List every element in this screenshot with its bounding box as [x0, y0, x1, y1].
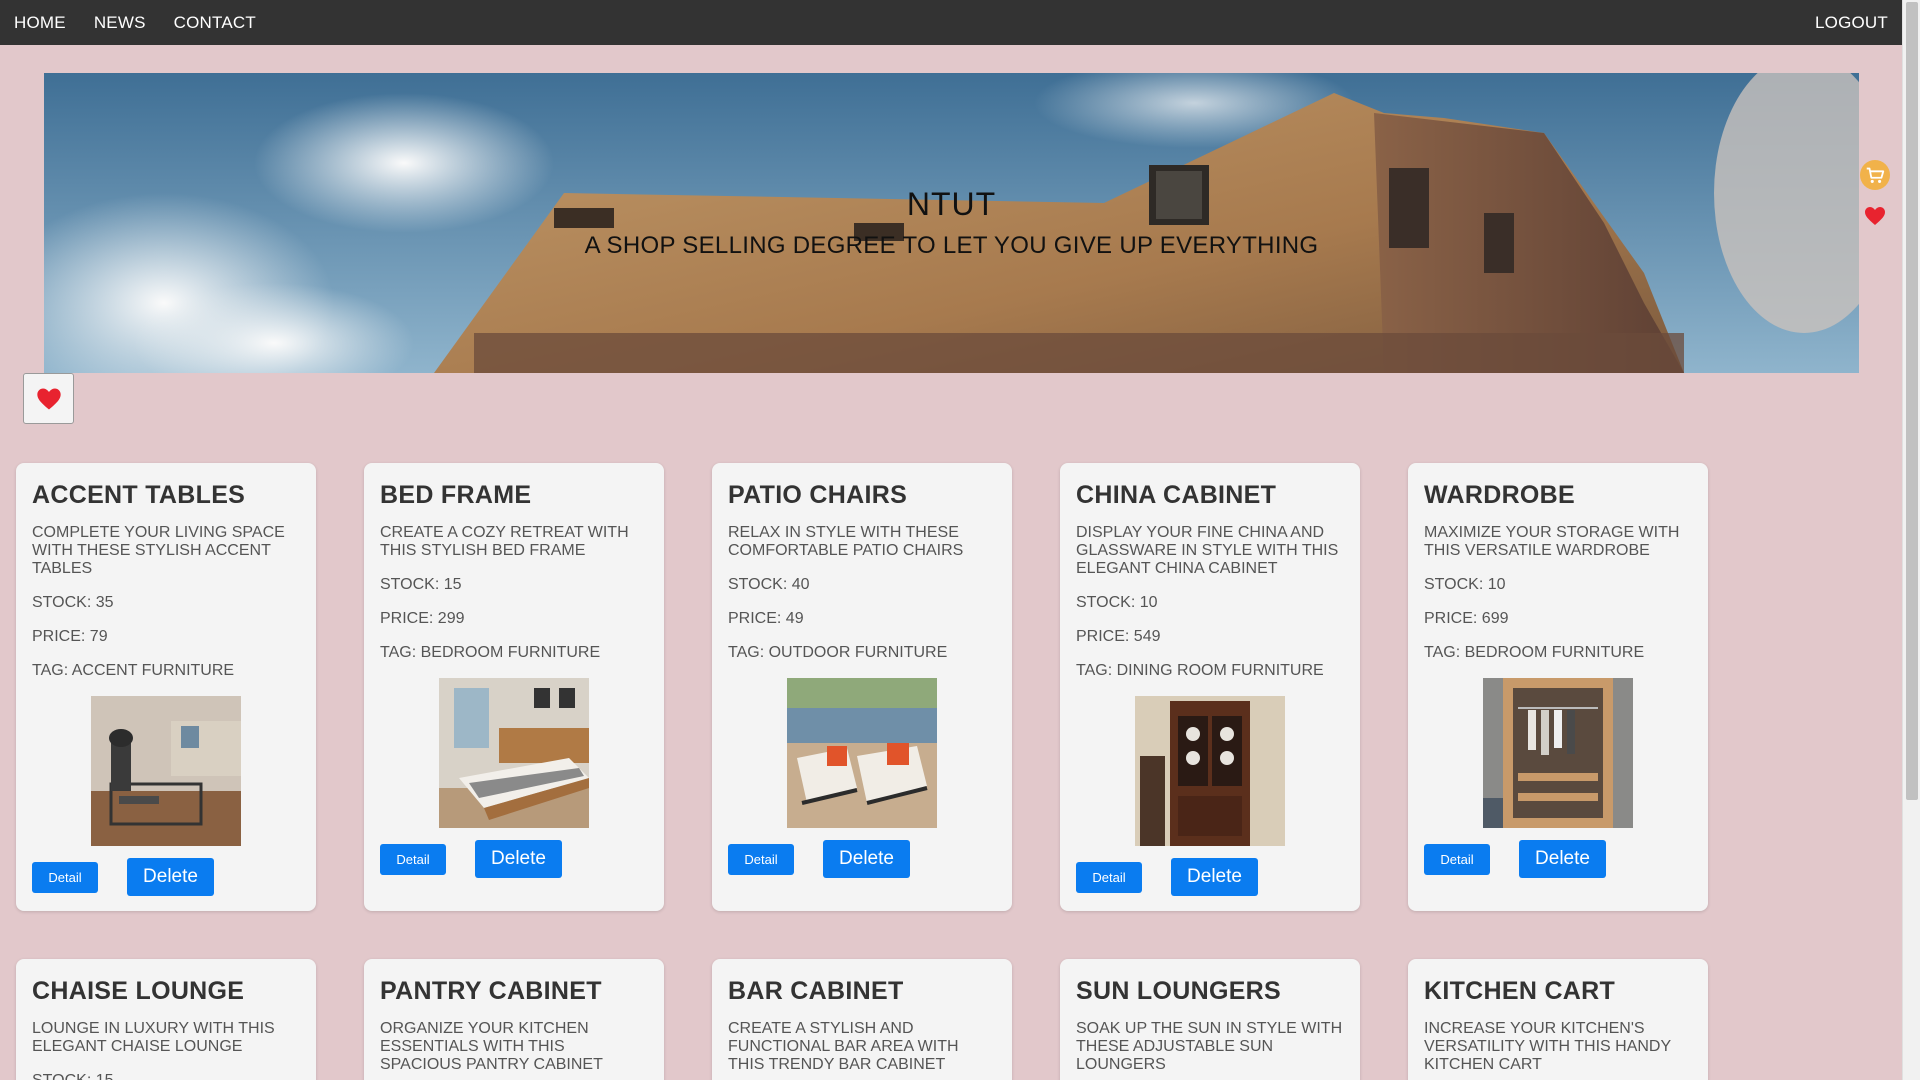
product-title: KITCHEN CART [1424, 977, 1616, 1005]
product-image-china-cabinet [1135, 696, 1285, 846]
product-card: SUN LOUNGERS SOAK UP THE SUN IN STYLE WI… [1060, 959, 1360, 1080]
product-card: PANTRY CABINET ORGANIZE YOUR KITCHEN ESS… [364, 959, 664, 1080]
product-card: BED FRAME CREATE A COZY RETREAT WITH THI… [364, 463, 664, 911]
hero-subtitle: A SHOP SELLING DEGREE TO LET YOU GIVE UP… [584, 232, 1319, 259]
delete-button[interactable]: Delete [127, 858, 214, 896]
hero-banner: NTUT A SHOP SELLING DEGREE TO LET YOU GI… [44, 73, 1859, 373]
product-actions: Detail Delete [1076, 858, 1344, 896]
product-tag: TAG: BEDROOM FURNITURE [380, 644, 601, 661]
product-title: BAR CABINET [728, 977, 904, 1005]
delete-button[interactable]: Delete [1171, 858, 1258, 896]
product-tag: TAG: DINING ROOM FURNITURE [1076, 662, 1324, 679]
product-stock: STOCK: 35 [32, 594, 114, 611]
product-description: INCREASE YOUR KITCHEN'S VERSATILITY WITH… [1424, 1020, 1671, 1073]
detail-button[interactable]: Detail [728, 843, 794, 875]
nav-home-link[interactable]: HOME [14, 13, 66, 33]
product-actions: Detail Delete [1424, 840, 1692, 878]
product-actions: Detail Delete [728, 840, 996, 878]
product-price: PRICE: 699 [1424, 610, 1509, 627]
product-description: LOUNGE IN LUXURY WITH THIS ELEGANT CHAIS… [32, 1020, 275, 1055]
product-tag: TAG: OUTDOOR FURNITURE [728, 644, 948, 661]
product-title: CHINA CABINET [1076, 481, 1277, 509]
detail-button[interactable]: Detail [1076, 861, 1142, 893]
product-stock: STOCK: 40 [728, 576, 810, 593]
product-description: SOAK UP THE SUN IN STYLE WITH THESE ADJU… [1076, 1020, 1343, 1073]
product-price: PRICE: 79 [32, 628, 108, 645]
product-card: WARDROBE MAXIMIZE YOUR STORAGE WITH THIS… [1408, 463, 1708, 911]
top-navbar: HOME NEWS CONTACT LOGOUT [0, 0, 1902, 45]
product-stock: STOCK: 10 [1424, 576, 1506, 593]
product-description: DISPLAY YOUR FINE CHINA AND GLASSWARE IN… [1076, 524, 1339, 577]
floating-favorites-button[interactable] [1863, 204, 1887, 228]
product-description: CREATE A COZY RETREAT WITH THIS STYLISH … [380, 524, 629, 559]
product-card: ACCENT TABLES COMPLETE YOUR LIVING SPACE… [16, 463, 316, 911]
product-description: CREATE A STYLISH AND FUNCTIONAL BAR AREA… [728, 1020, 959, 1073]
hero-title: NTUT [906, 186, 997, 222]
product-image-patio-chairs [787, 678, 937, 828]
product-tag: TAG: ACCENT FURNITURE [32, 662, 235, 679]
product-card: CHINA CABINET DISPLAY YOUR FINE CHINA AN… [1060, 463, 1360, 911]
detail-button[interactable]: Detail [380, 843, 446, 875]
product-title: ACCENT TABLES [32, 481, 246, 509]
product-stock: STOCK: 15 [32, 1072, 300, 1080]
product-title: WARDROBE [1424, 481, 1576, 509]
product-card: PATIO CHAIRS RELAX IN STYLE WITH THESE C… [712, 463, 1012, 911]
product-title: PATIO CHAIRS [728, 481, 908, 509]
nav-contact-link[interactable]: CONTACT [174, 13, 256, 33]
product-stock: STOCK: 15 [380, 576, 462, 593]
detail-button[interactable]: Detail [1424, 843, 1490, 875]
product-card: BAR CABINET CREATE A STYLISH AND FUNCTIO… [712, 959, 1012, 1080]
product-description: MAXIMIZE YOUR STORAGE WITH THIS VERSATIL… [1424, 524, 1680, 559]
product-actions: Detail Delete [380, 840, 648, 878]
floating-cart-button[interactable] [1860, 160, 1890, 190]
product-price: PRICE: 49 [728, 610, 804, 627]
product-grid: ACCENT TABLES COMPLETE YOUR LIVING SPACE… [16, 463, 1708, 1080]
product-price: PRICE: 299 [380, 610, 465, 627]
nav-logout-link[interactable]: LOGOUT [1815, 13, 1888, 33]
product-stock: STOCK: 10 [1076, 594, 1158, 611]
heart-icon [1865, 207, 1885, 225]
delete-button[interactable]: Delete [1519, 840, 1606, 878]
hero-text: NTUT A SHOP SELLING DEGREE TO LET YOU GI… [44, 73, 1859, 373]
cart-icon [1866, 167, 1885, 183]
product-image-wardrobe [1483, 678, 1633, 828]
detail-button[interactable]: Detail [32, 861, 98, 893]
product-image-accent-tables [91, 696, 241, 846]
nav-links: HOME NEWS CONTACT [14, 13, 256, 33]
product-title: CHAISE LOUNGE [32, 977, 245, 1005]
heart-icon [36, 388, 61, 409]
product-title: BED FRAME [380, 481, 532, 509]
product-image-bed-frame [439, 678, 589, 828]
product-card: KITCHEN CART INCREASE YOUR KITCHEN'S VER… [1408, 959, 1708, 1080]
product-title: PANTRY CABINET [380, 977, 602, 1005]
scrollbar-thumb[interactable] [1906, 2, 1918, 800]
product-description: COMPLETE YOUR LIVING SPACE WITH THESE ST… [32, 524, 285, 577]
favorites-toggle-button[interactable] [23, 373, 74, 424]
product-tag: TAG: BEDROOM FURNITURE [1424, 644, 1645, 661]
product-description: RELAX IN STYLE WITH THESE COMFORTABLE PA… [728, 524, 964, 559]
delete-button[interactable]: Delete [475, 840, 562, 878]
product-title: SUN LOUNGERS [1076, 977, 1282, 1005]
product-description: ORGANIZE YOUR KITCHEN ESSENTIALS WITH TH… [380, 1020, 603, 1073]
product-actions: Detail Delete [32, 858, 300, 896]
delete-button[interactable]: Delete [823, 840, 910, 878]
product-card: CHAISE LOUNGE LOUNGE IN LUXURY WITH THIS… [16, 959, 316, 1080]
page-scrollbar[interactable] [1902, 0, 1920, 1080]
nav-news-link[interactable]: NEWS [94, 13, 146, 33]
product-price: PRICE: 549 [1076, 628, 1161, 645]
